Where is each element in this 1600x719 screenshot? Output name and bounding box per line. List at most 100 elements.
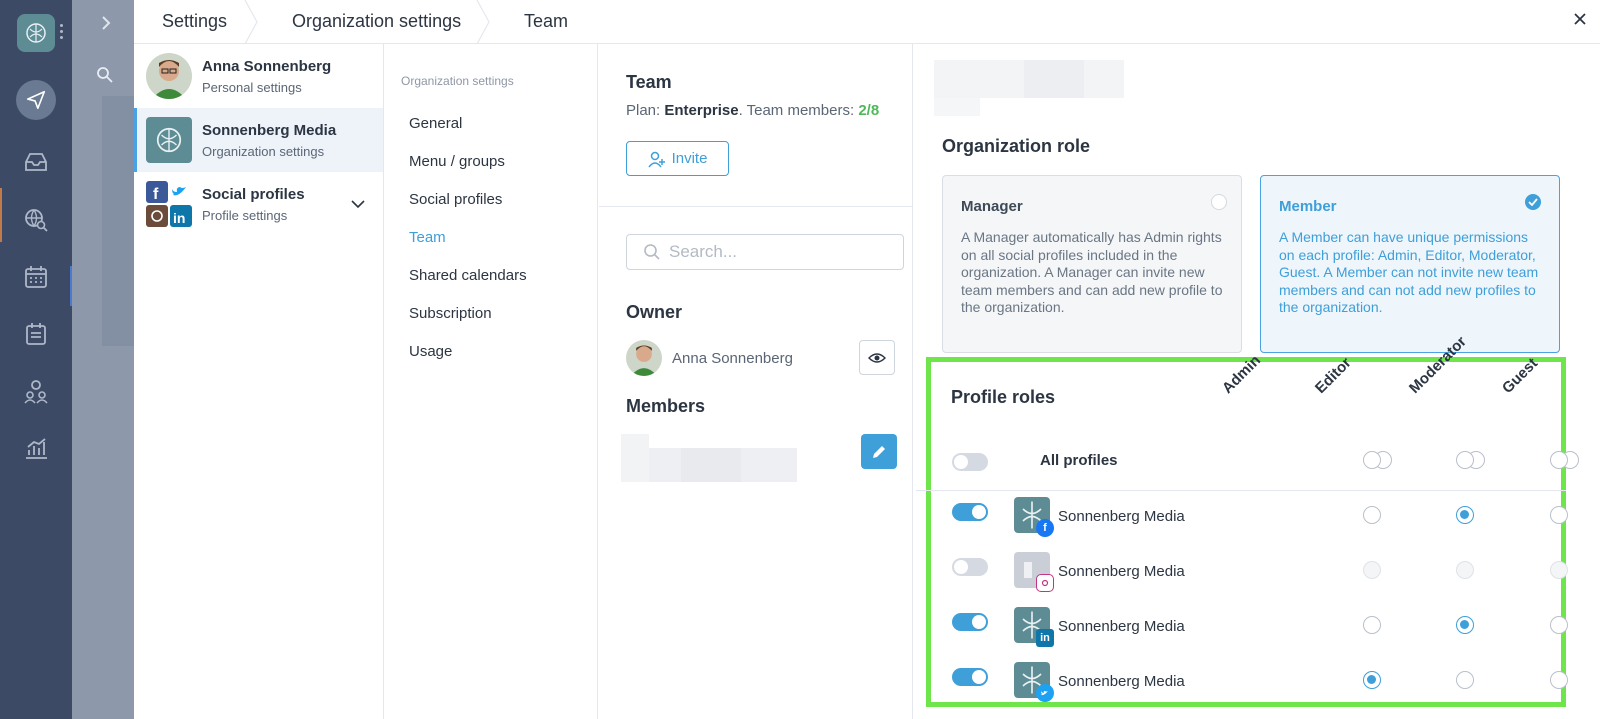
team-icon[interactable] <box>22 377 50 405</box>
settings-nav: Organization settings General Menu / gro… <box>385 44 598 719</box>
account-subtitle: Profile settings <box>202 207 288 223</box>
nav-heading: Organization settings <box>401 74 514 88</box>
radio-unselected-icon <box>1211 194 1227 210</box>
radio-admin[interactable] <box>1363 451 1381 469</box>
secondary-rail <box>72 0 136 719</box>
nav-item-team[interactable]: Team <box>385 218 597 256</box>
chevron-right-icon[interactable] <box>100 14 112 37</box>
radio-editor[interactable] <box>1456 451 1474 469</box>
profile-avatar <box>1014 662 1054 702</box>
profile-row: f Sonnenberg Media <box>914 493 1600 545</box>
nav-item-menu-groups[interactable]: Menu / groups <box>385 142 597 180</box>
manager-role-card[interactable]: Manager A Manager automatically has Admi… <box>942 175 1242 353</box>
inbox-icon[interactable] <box>22 148 50 176</box>
search-icon[interactable] <box>96 66 114 89</box>
radio-moderator[interactable] <box>1550 671 1568 689</box>
radio-moderator[interactable] <box>1550 506 1568 524</box>
invite-button[interactable]: Invite <box>626 141 729 176</box>
close-icon[interactable] <box>1574 12 1586 30</box>
search-icon <box>644 244 660 260</box>
profile-roles-title: Profile roles <box>951 387 1056 407</box>
blurred-content <box>102 96 136 346</box>
divider <box>599 206 913 207</box>
member-role-card[interactable]: Member A Member can have unique permissi… <box>1260 175 1560 353</box>
planner-icon[interactable] <box>22 320 50 348</box>
profile-toggle[interactable] <box>952 613 988 631</box>
account-organization[interactable]: Sonnenberg Media Organization settings <box>134 108 383 172</box>
nav-item-social-profiles[interactable]: Social profiles <box>385 180 597 218</box>
profile-toggle[interactable] <box>952 668 988 686</box>
radio-admin[interactable] <box>1363 671 1381 689</box>
breadcrumb-organization-settings[interactable]: Organization settings <box>252 0 490 44</box>
listening-icon[interactable] <box>22 206 50 234</box>
calendar-icon[interactable] <box>22 263 50 291</box>
radio-admin[interactable] <box>1363 616 1381 634</box>
toggle-knob <box>972 670 986 684</box>
pencil-icon <box>873 445 885 458</box>
edit-member-button[interactable] <box>861 434 897 469</box>
radio-editor[interactable] <box>1456 671 1474 689</box>
nav-item-shared-calendars[interactable]: Shared calendars <box>385 256 597 294</box>
twitter-icon <box>1036 684 1054 702</box>
all-profiles-row: All profiles <box>914 438 1600 490</box>
breadcrumb-label: Settings <box>162 11 228 31</box>
search-input[interactable] <box>669 242 889 262</box>
profile-row: Sonnenberg Media <box>914 658 1600 710</box>
toggle-knob <box>972 615 986 629</box>
breadcrumb-settings[interactable]: Settings <box>134 0 258 44</box>
plan-name: Enterprise <box>664 102 739 119</box>
toggle-knob <box>972 505 986 519</box>
radio-moderator[interactable] <box>1550 616 1568 634</box>
profile-toggle[interactable] <box>952 503 988 521</box>
team-column: Team Plan: Enterprise. Team members: 2/8… <box>599 44 913 719</box>
card-title: Manager <box>961 198 1023 215</box>
roles-column: Organization role Manager A Manager auto… <box>914 44 1600 719</box>
all-profiles-toggle[interactable] <box>952 453 988 471</box>
svg-text:in: in <box>173 210 185 226</box>
radio-admin-disabled <box>1363 561 1381 579</box>
account-subtitle: Organization settings <box>202 143 325 159</box>
checkmark-icon <box>1525 194 1541 210</box>
profile-avatar: in <box>1014 607 1054 647</box>
profile-row: Sonnenberg Media <box>914 548 1600 600</box>
profile-name: Sonnenberg Media <box>1058 508 1185 525</box>
analytics-icon[interactable] <box>22 434 50 462</box>
card-description: A Manager automatically has Admin rights… <box>961 229 1223 315</box>
radio-admin[interactable] <box>1363 506 1381 524</box>
profile-name: Sonnenberg Media <box>1058 563 1185 580</box>
organization-logo-icon <box>146 117 192 163</box>
owner-name: Anna Sonnenberg <box>672 349 793 367</box>
nav-item-subscription[interactable]: Subscription <box>385 294 597 332</box>
member-header-blurred <box>934 60 1124 116</box>
account-social-profiles[interactable]: f in Social profiles Profile settings <box>134 172 383 236</box>
all-profiles-label: All profiles <box>1040 452 1118 469</box>
view-owner-button[interactable] <box>859 340 895 375</box>
account-personal[interactable]: Anna Sonnenberg Personal settings <box>134 44 383 108</box>
team-plan-info: Plan: Enterprise. Team members: 2/8 <box>626 102 879 119</box>
radio-editor[interactable] <box>1456 616 1474 634</box>
breadcrumb-label: Organization settings <box>292 11 462 31</box>
profile-avatar <box>1014 552 1054 592</box>
card-title: Member <box>1279 198 1337 215</box>
nav-item-general[interactable]: General <box>385 104 597 142</box>
chevron-down-icon[interactable] <box>351 196 365 214</box>
plan-prefix: Plan: <box>626 102 665 119</box>
profile-toggle[interactable] <box>952 558 988 576</box>
nav-item-usage[interactable]: Usage <box>385 332 597 370</box>
invite-label: Invite <box>671 150 708 167</box>
member-row-blurred[interactable] <box>621 434 797 482</box>
publish-icon[interactable] <box>16 80 56 120</box>
account-name: Sonnenberg Media <box>202 121 337 139</box>
add-user-icon <box>647 151 665 167</box>
radio-moderator[interactable] <box>1550 451 1568 469</box>
more-dots-icon[interactable] <box>60 24 64 40</box>
toggle-knob <box>954 455 968 469</box>
linkedin-icon: in <box>1036 629 1054 647</box>
settings-panel: Settings Organization settings Team Anna… <box>134 0 1600 719</box>
account-list: Anna Sonnenberg Personal settings Sonnen… <box>134 44 384 719</box>
radio-editor[interactable] <box>1456 506 1474 524</box>
members-prefix: . Team members: <box>738 102 859 119</box>
app-logo-icon[interactable] <box>17 14 55 52</box>
radio-editor-disabled <box>1456 561 1474 579</box>
profile-name: Sonnenberg Media <box>1058 618 1185 635</box>
